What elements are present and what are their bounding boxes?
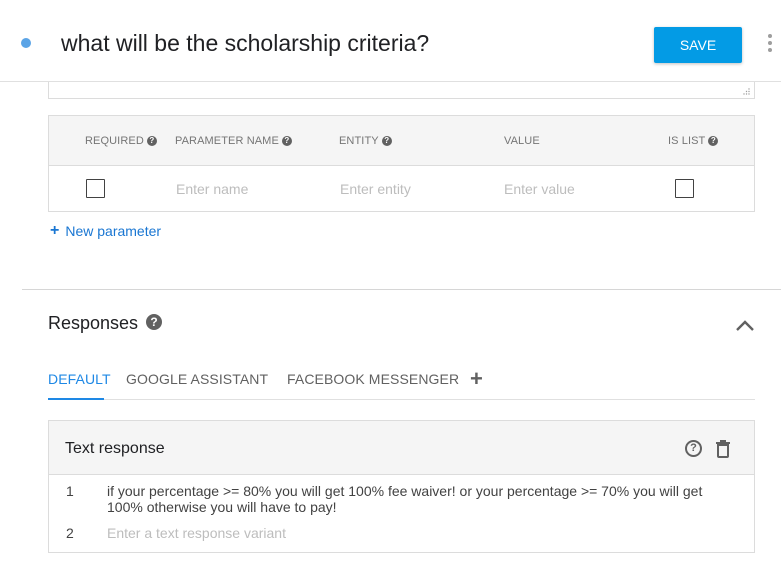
value-input[interactable]: [504, 181, 634, 197]
tab-google-assistant[interactable]: GOOGLE ASSISTANT: [126, 371, 268, 387]
tab-facebook-messenger[interactable]: FACEBOOK MESSENGER: [287, 371, 459, 387]
text-response-line[interactable]: if your percentage >= 80% you will get 1…: [107, 483, 707, 515]
column-value: VALUE: [504, 135, 540, 147]
responses-title: Responses: [48, 313, 139, 333]
plus-icon: +: [50, 222, 60, 239]
column-required-label: REQUIRED: [85, 135, 144, 147]
save-button[interactable]: SAVE: [654, 27, 742, 63]
help-icon[interactable]: ?: [708, 136, 719, 146]
line-number: 1: [66, 483, 74, 499]
status-dot-icon: [21, 38, 31, 48]
line-number: 2: [66, 525, 74, 541]
response-tabs: DEFAULT GOOGLE ASSISTANT FACEBOOK MESSEN…: [48, 360, 755, 400]
new-parameter-link[interactable]: + New parameter: [50, 222, 161, 240]
text-response-header: Text response ?: [49, 421, 754, 475]
column-parameter-name: PARAMETER NAME ?: [175, 135, 292, 147]
help-icon[interactable]: ?: [146, 136, 157, 146]
parameter-name-input[interactable]: [176, 181, 306, 197]
intent-header: what will be the scholarship criteria? S…: [0, 0, 781, 82]
entity-input[interactable]: [340, 181, 470, 197]
help-icon[interactable]: ?: [281, 136, 292, 146]
plus-icon[interactable]: +: [470, 366, 483, 392]
parameter-table: REQUIRED ? PARAMETER NAME ? ENTITY ? VAL…: [48, 115, 755, 212]
text-response-variant-input[interactable]: [107, 525, 707, 541]
section-divider: [22, 289, 781, 290]
trash-icon[interactable]: [715, 440, 731, 458]
help-icon[interactable]: ?: [685, 440, 702, 457]
help-icon[interactable]: ?: [381, 136, 392, 146]
column-value-label: VALUE: [504, 135, 540, 147]
text-response-card: Text response ? 1 if your percentage >= …: [48, 420, 755, 553]
help-icon[interactable]: ?: [146, 314, 162, 330]
column-entity-label: ENTITY: [339, 135, 379, 147]
active-tab-indicator: [48, 398, 104, 400]
required-checkbox[interactable]: [86, 179, 105, 198]
column-is-list: IS LIST ?: [668, 135, 719, 147]
textarea-bottom-edge: [48, 82, 755, 99]
new-parameter-label: New parameter: [65, 223, 162, 239]
is-list-checkbox[interactable]: [675, 179, 694, 198]
more-vert-icon[interactable]: [765, 34, 775, 52]
text-response-title: Text response: [65, 440, 165, 457]
column-required: REQUIRED ?: [85, 135, 157, 147]
resize-grip-icon[interactable]: [743, 88, 750, 95]
tab-default[interactable]: DEFAULT: [48, 371, 111, 387]
column-parameter-name-label: PARAMETER NAME: [175, 135, 279, 147]
column-entity: ENTITY ?: [339, 135, 392, 147]
parameter-table-header: REQUIRED ? PARAMETER NAME ? ENTITY ? VAL…: [49, 116, 754, 166]
chevron-up-icon[interactable]: [735, 318, 755, 332]
intent-title[interactable]: what will be the scholarship criteria?: [61, 30, 429, 57]
column-is-list-label: IS LIST: [668, 135, 706, 147]
